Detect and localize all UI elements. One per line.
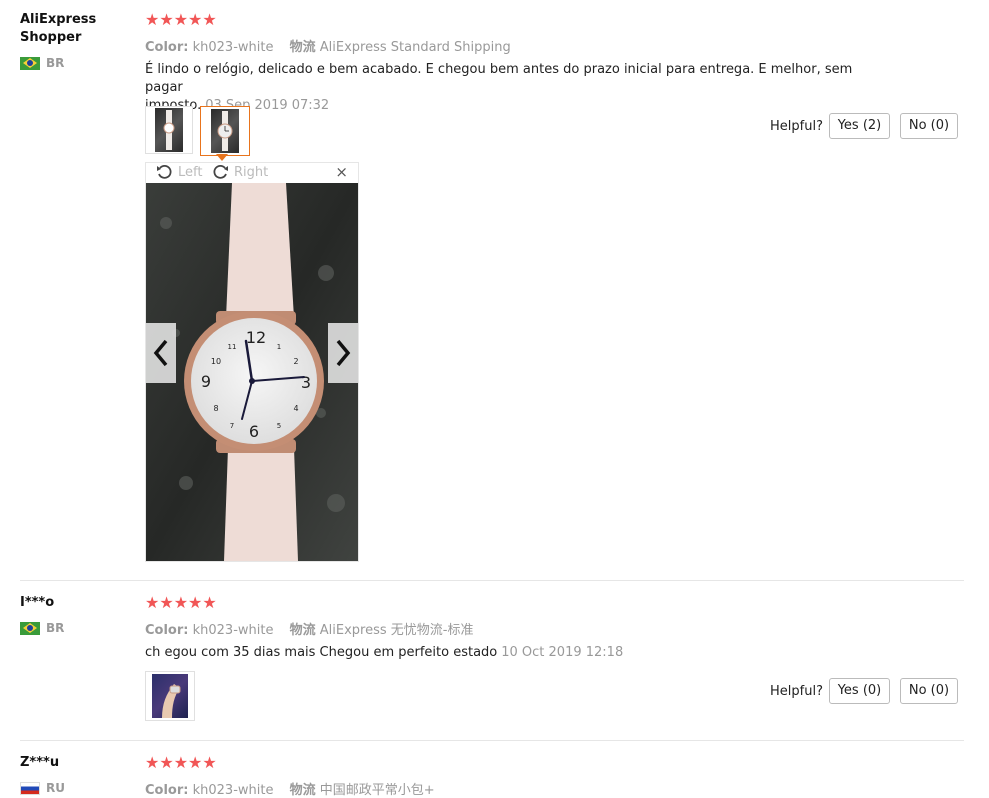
flag-ru-icon xyxy=(20,781,40,795)
svg-text:11: 11 xyxy=(228,343,237,351)
shipping-label: 物流 xyxy=(289,623,316,638)
svg-text:1: 1 xyxy=(277,343,281,351)
svg-text:3: 3 xyxy=(301,373,311,392)
svg-text:10: 10 xyxy=(211,357,221,366)
review-text-line: ch egou com 35 dias mais Chegou em perfe… xyxy=(145,645,498,660)
rotate-left-label: Left xyxy=(178,164,203,180)
review-divider xyxy=(20,740,964,741)
review-photo-thumbnail[interactable] xyxy=(145,671,195,721)
color-label: Color: xyxy=(145,783,189,798)
review-text: É lindo o relógio, delicado e bem acabad… xyxy=(145,61,865,115)
chevron-right-icon xyxy=(336,339,351,367)
shipping-label: 物流 xyxy=(289,40,316,55)
watch-photo xyxy=(211,109,239,153)
helpful-no-button[interactable]: No (0) xyxy=(900,678,958,704)
svg-text:6: 6 xyxy=(249,422,259,441)
review-divider xyxy=(20,580,964,581)
country-code: RU xyxy=(46,781,65,795)
rotate-right-label: Right xyxy=(234,164,269,180)
helpful-label: Helpful? xyxy=(770,684,823,699)
svg-text:12: 12 xyxy=(246,328,266,347)
reviewer-name: Z***u xyxy=(20,755,60,770)
rotate-left-button[interactable]: Left xyxy=(156,164,202,180)
shipping-label: 物流 xyxy=(289,783,316,798)
reviewer-name: I***o xyxy=(20,595,55,610)
star-rating: ★★★★★ xyxy=(145,753,217,772)
flag-br-icon xyxy=(20,56,40,70)
shipping-value: AliExpress Standard Shipping xyxy=(319,40,511,55)
previous-photo-button[interactable] xyxy=(146,323,176,383)
rotate-right-button[interactable]: Right xyxy=(212,164,268,180)
rotate-left-icon xyxy=(157,164,172,179)
watch-photo xyxy=(155,108,183,152)
svg-text:8: 8 xyxy=(213,404,218,413)
review-photo-thumbnail-selected[interactable] xyxy=(200,106,250,156)
close-icon[interactable]: × xyxy=(335,163,348,181)
country-code: BR xyxy=(46,56,65,70)
chevron-left-icon xyxy=(153,339,168,367)
color-value: kh023-white xyxy=(192,783,274,798)
svg-text:5: 5 xyxy=(277,422,281,430)
shipping-value: 中国邮政平常小包+ xyxy=(319,783,435,798)
photo-viewer-toolbar: Left Right × xyxy=(146,163,358,183)
review-photo-thumbnail[interactable] xyxy=(145,106,193,154)
country-code: BR xyxy=(46,621,65,635)
reviewer-country: BR xyxy=(20,56,64,70)
color-value: kh023-white xyxy=(192,40,274,55)
helpful-yes-button[interactable]: Yes (2) xyxy=(829,113,890,139)
reviewer-country: RU xyxy=(20,781,65,795)
reviewer-name: AliExpress Shopper xyxy=(20,12,97,45)
star-rating: ★★★★★ xyxy=(145,593,217,612)
svg-text:2: 2 xyxy=(293,357,298,366)
selected-thumbnail-pointer xyxy=(216,154,228,161)
next-photo-button[interactable] xyxy=(328,323,358,383)
svg-text:7: 7 xyxy=(230,422,234,430)
star-rating: ★★★★★ xyxy=(145,10,217,29)
review-text-line: É lindo o relógio, delicado e bem acabad… xyxy=(145,62,853,95)
photo-viewer: Left Right × 12 3 6 9 2 10 4 8 1 11 5 7 xyxy=(145,162,359,562)
order-info: Color: kh023-white 物流 AliExpress 无忧物流-标准 xyxy=(145,619,473,638)
order-info: Color: kh023-white 物流 中国邮政平常小包+ xyxy=(145,779,435,798)
review-date: 10 Oct 2019 12:18 xyxy=(501,645,624,660)
helpful-label: Helpful? xyxy=(770,119,823,134)
svg-text:4: 4 xyxy=(293,404,298,413)
color-label: Color: xyxy=(145,40,189,55)
shipping-value: AliExpress 无忧物流-标准 xyxy=(319,623,474,638)
rotate-right-icon xyxy=(213,164,228,179)
svg-text:9: 9 xyxy=(201,372,211,391)
flag-br-icon xyxy=(20,621,40,635)
helpful-yes-button[interactable]: Yes (0) xyxy=(829,678,890,704)
review-text: ch egou com 35 dias mais Chegou em perfe… xyxy=(145,644,865,662)
photo-viewer-image: 12 3 6 9 2 10 4 8 1 11 5 7 xyxy=(146,183,358,561)
helpful-no-button[interactable]: No (0) xyxy=(900,113,958,139)
color-value: kh023-white xyxy=(192,623,274,638)
order-info: Color: kh023-white 物流 AliExpress Standar… xyxy=(145,36,511,55)
color-label: Color: xyxy=(145,623,189,638)
reviewer-country: BR xyxy=(20,621,64,635)
watch-photo xyxy=(152,674,188,718)
